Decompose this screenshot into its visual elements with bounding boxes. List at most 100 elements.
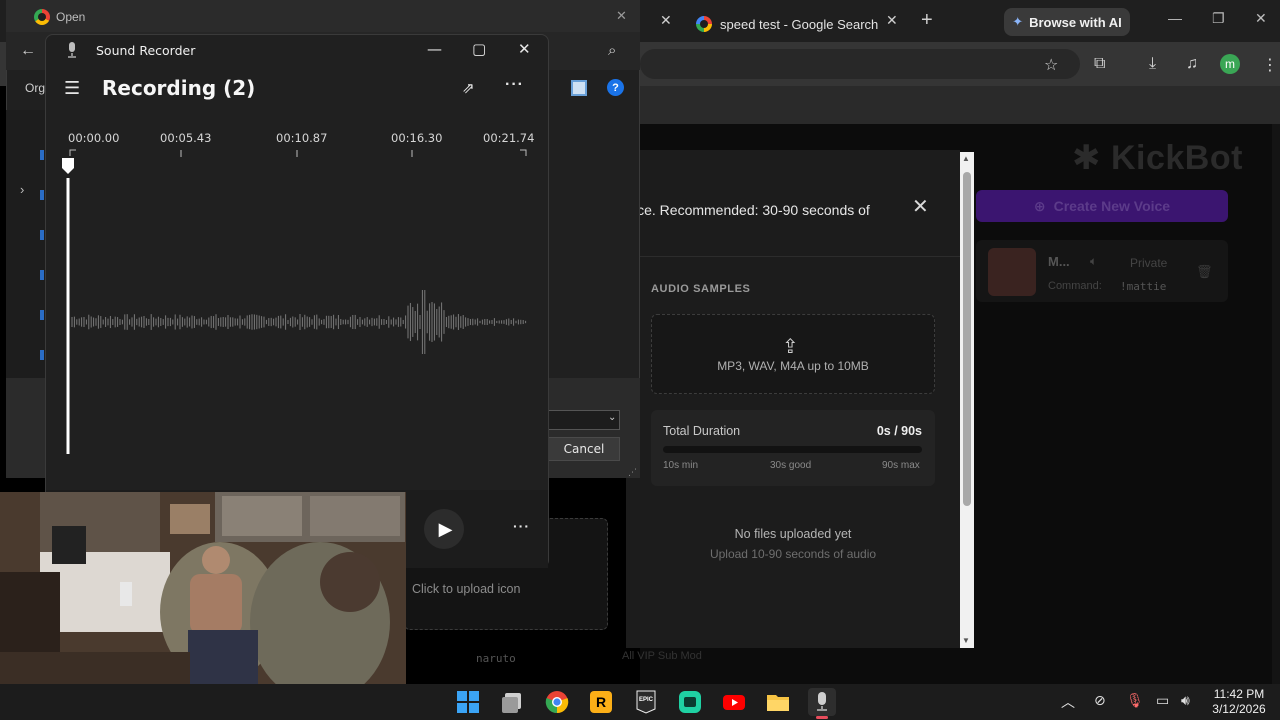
microphone-in-use-icon[interactable]: 🎙︎ (1126, 692, 1144, 709)
page-scrollbar[interactable] (1272, 124, 1280, 684)
open-dialog-close-icon[interactable]: ✕ (616, 8, 627, 24)
voice-command-value: !mattie (1120, 280, 1167, 293)
clock-time: 11:42 PM (1213, 687, 1265, 701)
speaker-icon[interactable]: 🔈︎ (1090, 254, 1097, 269)
role-tags: All VIP Sub Mod (622, 650, 702, 662)
cancel-button[interactable]: Cancel (548, 437, 620, 461)
clock[interactable]: 11:42 PM 3/12/2026 (1206, 687, 1272, 717)
svg-text:EPIC: EPIC (639, 697, 654, 703)
plus-circle-icon: ⊕ (1033, 197, 1046, 214)
duration-progress-bar (663, 446, 922, 453)
playback-more-icon[interactable]: ··· (513, 518, 530, 534)
microphone-icon (68, 42, 76, 58)
empty-state-subtitle: Upload 10-90 seconds of audio (709, 547, 877, 561)
media-control-icon[interactable]: ♫ (1186, 55, 1198, 73)
preview-pane-icon[interactable] (571, 80, 587, 96)
duration-label: Total Duration (663, 424, 741, 438)
scroll-up-icon[interactable]: ▲ (962, 154, 970, 163)
kickbot-logo: ✱ KickBot (1072, 138, 1243, 178)
timeline-ticks (69, 149, 527, 157)
sound-recorder-taskbar-icon[interactable] (808, 688, 836, 716)
trash-icon[interactable]: 🗑︎ (1196, 264, 1213, 280)
app-icon[interactable] (676, 688, 704, 716)
puzzle-icon: ✱ (1072, 139, 1101, 177)
more-options-icon[interactable]: ··· (505, 76, 524, 94)
youtube-icon[interactable] (720, 688, 748, 716)
help-icon[interactable]: ? (607, 79, 624, 96)
recording-title: Recording (2) (102, 76, 256, 100)
create-new-voice-button[interactable]: ⊕ Create New Voice (976, 190, 1228, 222)
task-view-icon[interactable] (499, 688, 527, 716)
play-button[interactable]: ▶ (424, 509, 464, 549)
duration-tick-max: 90s max (882, 460, 920, 471)
profile-avatar[interactable]: m (1220, 54, 1240, 74)
google-icon (696, 16, 712, 32)
modal-scrollbar-thumb[interactable] (963, 172, 971, 506)
chrome-icon (34, 9, 50, 25)
kickbot-logo-text: KickBot (1110, 139, 1243, 177)
start-icon[interactable] (454, 688, 482, 716)
chevron-right-icon[interactable]: › (20, 182, 24, 197)
create-voice-modal (626, 150, 960, 648)
maximize-icon[interactable]: ▢ (472, 40, 486, 58)
epic-games-icon[interactable]: EPIC (632, 688, 660, 716)
close-icon[interactable]: ✕ (1255, 10, 1267, 27)
restore-icon[interactable]: ❐ (1212, 10, 1225, 27)
hamburger-menu-icon[interactable]: ☰ (64, 78, 80, 99)
browse-with-ai-button[interactable]: ✦ Browse with AI (1004, 8, 1130, 36)
tab-search-icon[interactable]: ⧉ (1094, 55, 1105, 73)
back-arrow-icon[interactable]: ← (20, 42, 36, 60)
voice-visibility: Private (1130, 256, 1168, 270)
browse-with-ai-label: Browse with AI (1029, 14, 1122, 30)
volume-icon[interactable]: 🔊︎ (1181, 692, 1190, 709)
svg-text:R: R (596, 694, 606, 710)
address-bar[interactable] (640, 49, 1080, 79)
scroll-down-icon[interactable]: ▼ (962, 636, 970, 645)
display-icon[interactable]: ▭ (1156, 692, 1169, 709)
sparkle-icon: ✦ (1012, 14, 1024, 29)
open-dialog-title: Open (34, 9, 85, 25)
minimize-icon[interactable]: — (1168, 10, 1182, 26)
clock-date: 3/12/2026 (1212, 702, 1266, 716)
waveform (71, 290, 527, 354)
open-dialog-title-text: Open (56, 10, 86, 24)
menu-kebab-icon[interactable]: ⋮ (1262, 55, 1278, 75)
duration-value: 0s / 90s (876, 424, 922, 438)
search-icon[interactable]: ⌕ (608, 42, 616, 59)
nav-item-icons (40, 120, 44, 360)
close-icon[interactable]: ✕ (518, 40, 531, 58)
create-voice-label: Create New Voice (1053, 198, 1171, 214)
tab-close-icon[interactable]: ✕ (886, 12, 898, 29)
chevron-up-icon[interactable]: ︿ (1061, 692, 1075, 712)
tab-close-icon[interactable]: ✕ (660, 12, 672, 29)
voice-avatar (988, 248, 1036, 296)
tab-speed-test[interactable]: speed test - Google Search (686, 6, 908, 42)
duration-tick-good: 30s good (770, 460, 812, 471)
file-explorer-icon[interactable] (764, 688, 792, 716)
empty-state-title: No files uploaded yet (734, 527, 852, 541)
chrome-taskbar-icon[interactable] (543, 688, 571, 716)
playhead-handle[interactable] (62, 158, 74, 174)
modal-divider (626, 256, 960, 257)
resize-grip-icon[interactable]: ⋰ (628, 467, 637, 478)
tab-title: speed test - Google Search (720, 16, 879, 32)
share-icon[interactable]: ⇗ (462, 79, 475, 97)
bookmarks-bar (640, 86, 1280, 124)
sound-recorder-app-title: Sound Recorder (96, 43, 196, 58)
audio-samples-heading: AUDIO SAMPLES (651, 283, 751, 295)
modal-description: ice. Recommended: 30-90 seconds of (634, 202, 870, 218)
minimize-icon[interactable]: — (427, 40, 442, 58)
waveform-timeline[interactable] (46, 140, 548, 480)
rockstar-icon[interactable]: R (587, 688, 615, 716)
download-icon[interactable]: ⤓ (1149, 55, 1156, 73)
modal-close-icon[interactable]: ✕ (912, 194, 929, 219)
upload-icon: ⇪ (782, 336, 799, 358)
chevron-down-icon: ⌄ (608, 412, 617, 423)
organize-menu[interactable]: Org (25, 81, 45, 95)
bookmark-star-icon[interactable]: ☆ (1044, 55, 1058, 75)
command-value: naruto (476, 652, 516, 665)
new-tab-icon[interactable]: + (921, 9, 933, 32)
voice-command-label: Command: (1048, 280, 1102, 292)
network-off-icon[interactable]: ⊘ (1094, 692, 1106, 709)
duration-tick-min: 10s min (663, 460, 699, 471)
